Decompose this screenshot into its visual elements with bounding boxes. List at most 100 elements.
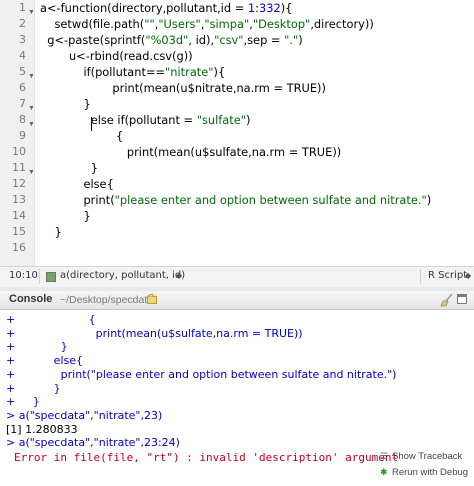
fold-arrow-icon[interactable]: ▼ xyxy=(28,101,35,117)
code-token: else if(pollutant = xyxy=(40,113,197,127)
code-token: } xyxy=(40,97,91,111)
rerun-debug-label: Rerun with Debug xyxy=(392,467,469,478)
line-number: 13 xyxy=(12,193,26,206)
line-number: 15 xyxy=(12,225,26,238)
code-token: "simpa" xyxy=(204,17,250,31)
show-traceback-button[interactable]: ☰ Show Traceback xyxy=(380,451,462,462)
editor-status-bar: 10:10 a(directory, pollutant, id) ◆ R Sc… xyxy=(0,266,474,288)
code-line: print("please enter and option between s… xyxy=(40,192,431,208)
working-directory: ~/Desktop/specdata/ xyxy=(60,294,157,306)
line-number: 4 xyxy=(19,49,26,62)
text-cursor xyxy=(91,117,92,131)
show-traceback-label: Show Traceback xyxy=(392,451,463,462)
language-selector[interactable]: R Script xyxy=(428,270,467,281)
code-line: print(mean(u$nitrate,na.rm = TRUE)) xyxy=(40,80,326,96)
line-number-gutter: 1 2 3 4 5 6 7 8 9 10 11 12 13 14 15 16 ▼ ▼ ▼ ▼ ▼ xyxy=(0,0,35,266)
code-token: ){ xyxy=(213,65,226,79)
code-token: { xyxy=(40,129,124,143)
code-line: } xyxy=(40,224,62,240)
code-line: a<-function(directory,pollutant,id = 1:3… xyxy=(40,0,292,16)
console-input-line: > a("specdata","nitrate",23:24) xyxy=(6,436,180,450)
go-to-directory-icon[interactable] xyxy=(147,294,158,304)
line-number: 12 xyxy=(12,177,26,190)
code-line: } xyxy=(40,208,91,224)
code-token: ,directory)) xyxy=(310,17,374,31)
code-token: "." xyxy=(284,33,299,47)
fold-arrow-icon[interactable]: ▼ xyxy=(28,165,35,181)
code-token: ){ xyxy=(280,1,293,15)
code-token: "Desktop" xyxy=(252,17,311,31)
code-token: "" xyxy=(144,17,155,31)
line-number: 10 xyxy=(12,145,26,158)
code-token: setwd(file.path( xyxy=(40,17,145,31)
code-line: else{ xyxy=(40,176,114,192)
console-tab[interactable]: Console xyxy=(9,293,52,305)
code-token: a<-function(directory,pollutant,id = xyxy=(40,1,248,15)
source-editor[interactable]: 1 2 3 4 5 6 7 8 9 10 11 12 13 14 15 16 ▼ ▼ ▼ ▼ ▼ a<-fun… xyxy=(0,0,474,266)
status-divider xyxy=(39,269,40,284)
fold-arrow-icon[interactable]: ▼ xyxy=(28,117,35,133)
function-navigator[interactable]: a(directory, pollutant, id) xyxy=(60,270,185,281)
line-number: 7 xyxy=(19,97,26,110)
line-number: 5 xyxy=(19,65,26,78)
line-number: 8 xyxy=(19,113,26,126)
code-token: "Users" xyxy=(158,17,201,31)
line-number: 16 xyxy=(12,241,26,254)
chevron-down-icon[interactable]: ◆ xyxy=(176,271,182,280)
code-token: u<-rbind(read.csv(g)) xyxy=(40,49,193,63)
code-line: g<-paste(sprintf("%03d", id),"csv",sep =… xyxy=(40,32,303,48)
code-token: 332 xyxy=(258,1,281,15)
code-token: , id), xyxy=(188,33,215,47)
code-token: } xyxy=(40,161,98,175)
list-icon: ☰ xyxy=(380,451,389,461)
clear-console-icon[interactable] xyxy=(440,293,454,307)
error-message: Error in file(file, "rt") : invalid 'des… xyxy=(14,451,399,464)
rerun-with-debug-button[interactable]: ✱ Rerun with Debug xyxy=(380,467,468,478)
console-input-line: + print("please enter and option between… xyxy=(6,367,397,381)
code-token: "nitrate" xyxy=(165,65,214,79)
error-actions: ☰ Show Traceback ✱ Rerun with Debug xyxy=(376,447,472,483)
code-area[interactable]: a<-function(directory,pollutant,id = 1:3… xyxy=(40,0,474,266)
code-token: print( xyxy=(40,193,115,207)
code-token: ) xyxy=(426,193,432,207)
code-line: } xyxy=(40,160,98,176)
cursor-position: 10:10 xyxy=(9,270,38,281)
status-divider xyxy=(420,269,421,284)
code-token: "sulfate" xyxy=(196,113,246,127)
line-number: 3 xyxy=(19,33,26,46)
line-number: 14 xyxy=(12,209,26,222)
code-token: ,sep = xyxy=(243,33,285,47)
chevron-down-icon[interactable]: ◆ xyxy=(465,271,471,280)
code-token: ) xyxy=(245,113,251,127)
code-token: if(pollutant== xyxy=(40,65,166,79)
code-line: setwd(file.path("","Users","simpa","Desk… xyxy=(40,16,374,32)
code-token: ) xyxy=(298,33,303,47)
line-number: 11 xyxy=(12,161,26,174)
line-number: 2 xyxy=(19,17,26,30)
maximize-pane-icon[interactable] xyxy=(457,294,467,304)
fold-arrow-icon[interactable]: ▼ xyxy=(28,5,35,21)
line-number: 6 xyxy=(19,81,26,94)
code-token: g<-paste(sprintf( xyxy=(40,33,146,47)
console-output[interactable]: + {+ print(mean(u$sulfate,na.rm = TRUE))… xyxy=(0,310,474,486)
function-icon xyxy=(46,272,56,282)
code-token: "csv" xyxy=(214,33,244,47)
code-line: else if(pollutant = "sulfate") xyxy=(40,112,251,128)
code-line: { xyxy=(40,128,123,144)
code-token: "please enter and option between sulfate… xyxy=(114,193,427,207)
fold-arrow-icon[interactable]: ▼ xyxy=(28,69,35,85)
code-token: } xyxy=(40,209,91,223)
code-line: if(pollutant=="nitrate"){ xyxy=(40,64,225,80)
line-number: 9 xyxy=(19,129,26,142)
code-line: } xyxy=(40,96,91,112)
code-token: "%03d" xyxy=(145,33,189,47)
code-token: } xyxy=(40,225,62,239)
code-token: print(mean(u$sulfate,na.rm = TRUE)) xyxy=(40,145,342,159)
code-token: else{ xyxy=(40,177,114,191)
code-line: print(mean(u$sulfate,na.rm = TRUE)) xyxy=(40,144,341,160)
debug-icon: ✱ xyxy=(380,467,388,477)
code-line: u<-rbind(read.csv(g)) xyxy=(40,48,193,64)
line-number: 1 xyxy=(19,1,26,14)
code-token: print(mean(u$nitrate,na.rm = TRUE)) xyxy=(40,81,326,95)
console-header: Console ~/Desktop/specdata/ xyxy=(0,291,474,310)
